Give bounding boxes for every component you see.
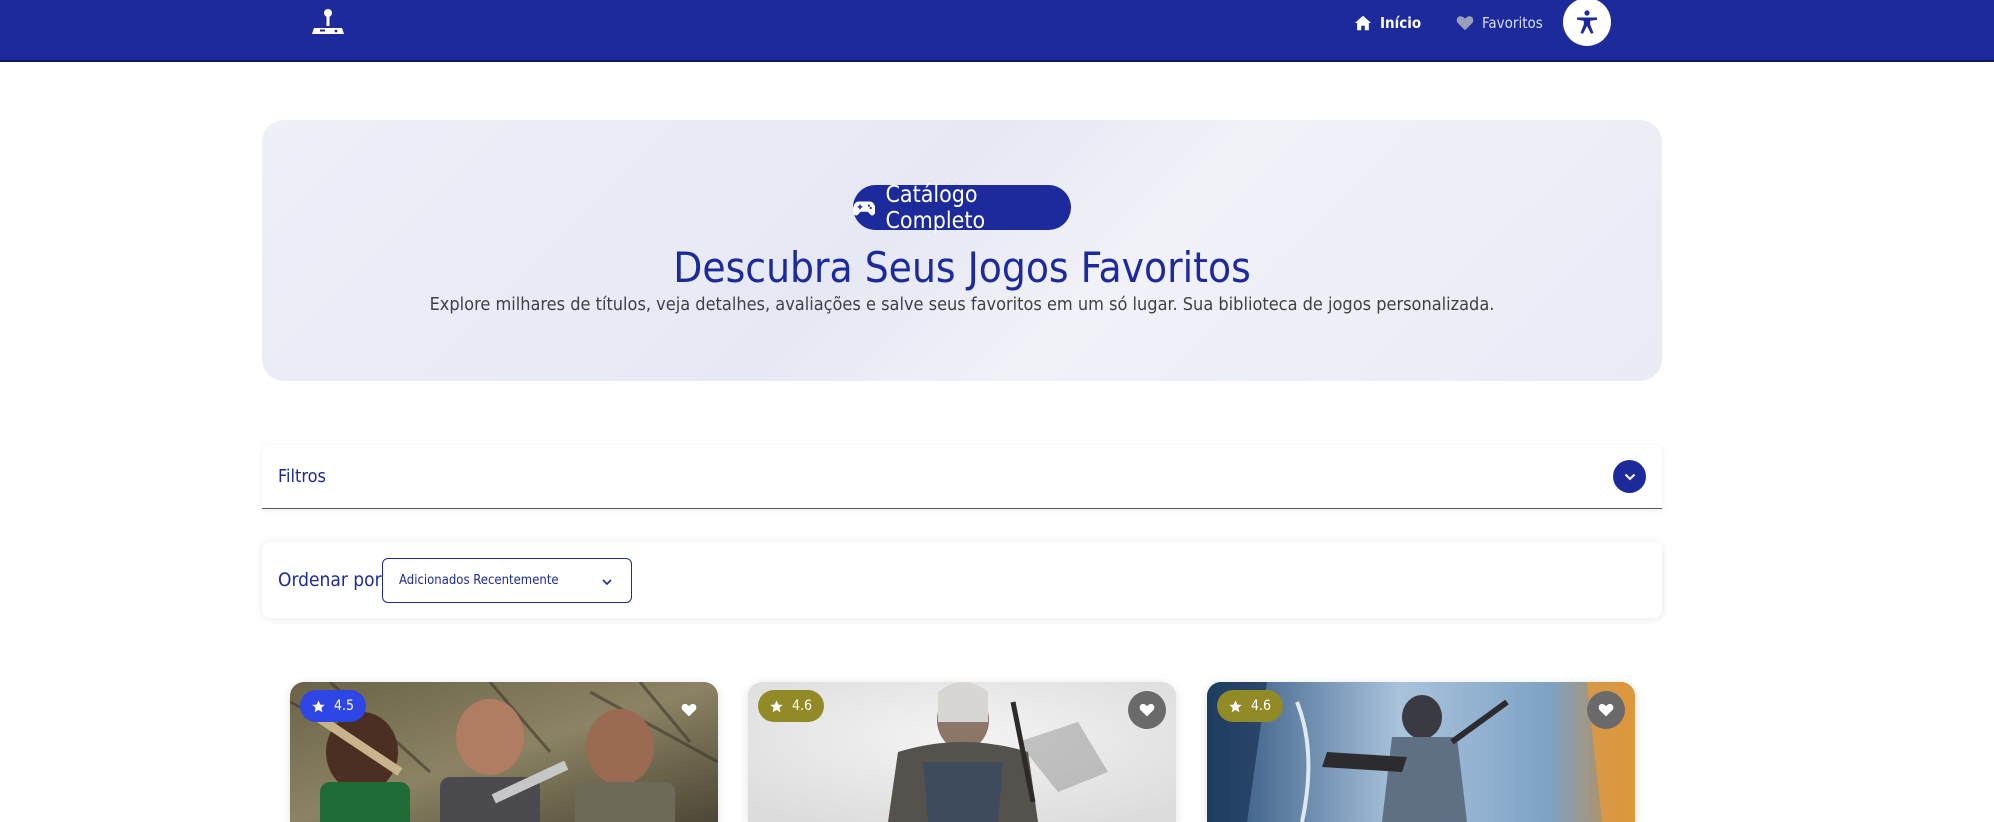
chevron-down-icon	[1624, 473, 1635, 480]
top-navigation-bar: Início Favoritos	[0, 0, 1994, 62]
heart-icon	[1139, 703, 1155, 717]
game-card[interactable]: 4.6	[1207, 682, 1635, 822]
page-title: Descubra Seus Jogos Favoritos	[673, 243, 1251, 292]
game-card[interactable]: 4.6	[748, 682, 1176, 822]
nav-home-label: Início	[1380, 14, 1422, 32]
chevron-down-icon	[602, 579, 612, 586]
catalog-badge: Catálogo Completo	[853, 182, 1071, 234]
nav-home-link[interactable]: Início	[1354, 12, 1421, 34]
accessibility-button[interactable]	[1563, 0, 1611, 46]
star-icon	[1229, 699, 1242, 712]
favorite-toggle-button[interactable]	[1128, 691, 1166, 729]
heart-icon	[1598, 703, 1614, 717]
favorite-toggle-button[interactable]	[1587, 691, 1625, 729]
sort-bar: Ordenar por: Adicionados Recentemente	[262, 542, 1662, 618]
heart-icon	[681, 703, 697, 717]
rating-value: 4.6	[792, 698, 813, 714]
game-card[interactable]: 4.5	[290, 682, 718, 822]
star-icon	[312, 699, 325, 712]
catalog-badge-label: Catálogo Completo	[885, 181, 986, 234]
gamepad-icon	[853, 200, 876, 215]
rating-badge: 4.6	[758, 690, 825, 722]
sort-selected-value: Adicionados Recentemente	[399, 573, 559, 588]
rating-value: 4.5	[334, 698, 355, 714]
home-icon	[1354, 15, 1372, 31]
filters-toggle-button[interactable]	[1613, 460, 1646, 493]
sort-select[interactable]: Adicionados Recentemente	[382, 558, 632, 603]
nav-favorites-label: Favoritos	[1482, 14, 1543, 32]
page-subtitle: Explore milhares de títulos, veja detalh…	[429, 294, 1495, 315]
joystick-icon[interactable]	[310, 6, 346, 40]
filters-panel[interactable]: Filtros	[262, 445, 1662, 509]
filters-label: Filtros	[278, 466, 326, 487]
accessibility-icon	[1577, 10, 1597, 34]
favorite-toggle-button[interactable]	[670, 691, 708, 729]
rating-badge: 4.6	[1217, 690, 1284, 722]
nav-favorites-link[interactable]: Favoritos	[1456, 12, 1543, 34]
rating-value: 4.6	[1251, 698, 1272, 714]
heart-icon	[1456, 16, 1474, 31]
rating-badge: 4.5	[300, 690, 367, 722]
sort-label: Ordenar por:	[278, 569, 388, 591]
star-icon	[770, 699, 783, 712]
